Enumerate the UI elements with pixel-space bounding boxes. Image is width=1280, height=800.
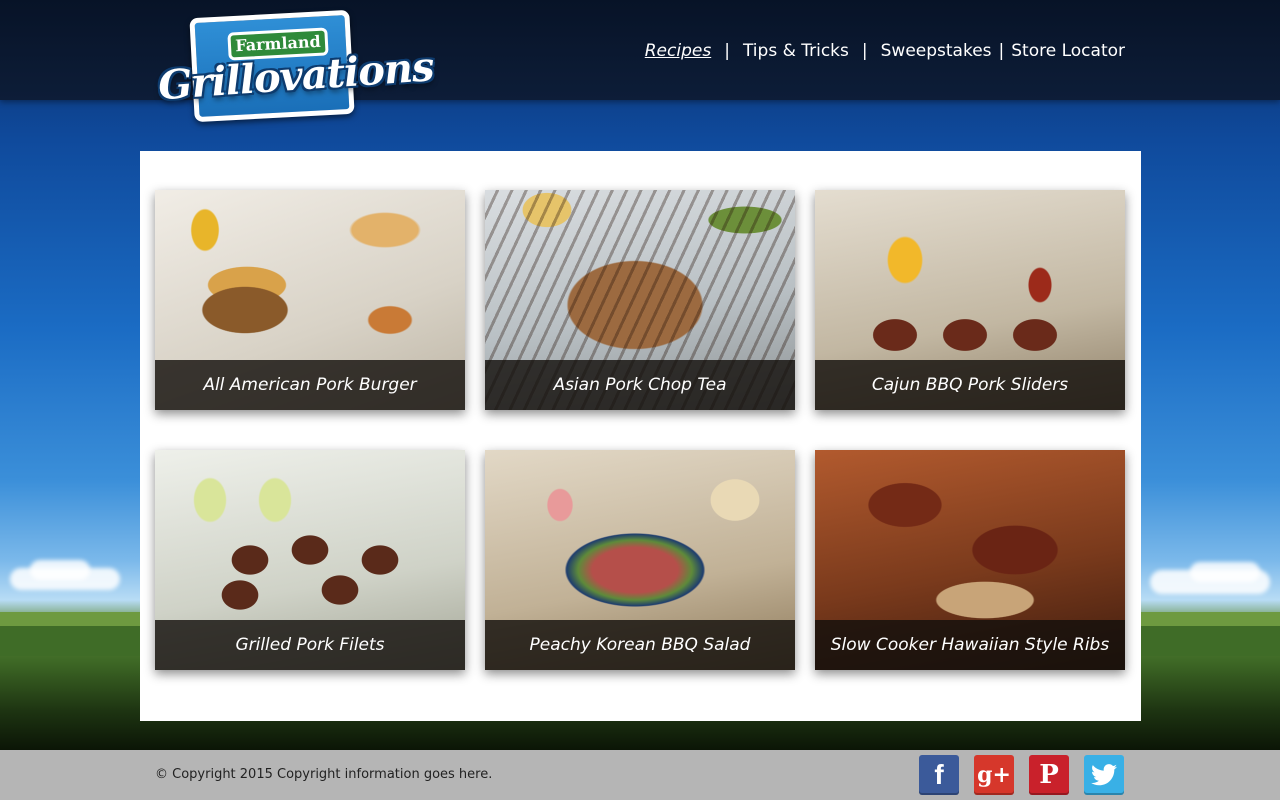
recipe-card[interactable]: Cajun BBQ Pork Sliders [815, 190, 1125, 410]
recipe-title: Peachy Korean BBQ Salad [485, 620, 795, 670]
recipe-card[interactable]: Asian Pork Chop Tea [485, 190, 795, 410]
pinterest-icon[interactable]: P [1029, 755, 1069, 795]
twitter-bird-icon [1091, 764, 1117, 786]
nav-separator: | [998, 41, 1005, 61]
nav-sweepstakes[interactable]: Sweepstakes [881, 41, 992, 61]
recipe-title: All American Pork Burger [155, 360, 465, 410]
recipe-card[interactable]: Grilled Pork Filets [155, 450, 465, 670]
twitter-icon[interactable] [1084, 755, 1124, 795]
recipe-title: Slow Cooker Hawaiian Style Ribs [815, 620, 1125, 670]
grillovations-logo[interactable]: Farmland Grillovations [157, 8, 435, 123]
recipe-panel: All American Pork Burger Asian Pork Chop… [140, 151, 1141, 721]
copyright-text: © Copyright 2015 Copyright information g… [155, 767, 493, 782]
nav-separator: | [861, 41, 868, 61]
recipe-card[interactable]: All American Pork Burger [155, 190, 465, 410]
social-links: f g+ P [919, 755, 1124, 795]
main-nav: Recipes | Tips & Tricks | Sweepstakes | … [645, 38, 1125, 64]
recipe-card[interactable]: Slow Cooker Hawaiian Style Ribs [815, 450, 1125, 670]
site-header: Farmland Grillovations Recipes | Tips & … [0, 0, 1280, 123]
nav-recipes[interactable]: Recipes [645, 41, 711, 61]
recipe-title: Cajun BBQ Pork Sliders [815, 360, 1125, 410]
recipe-title: Grilled Pork Filets [155, 620, 465, 670]
recipe-card[interactable]: Peachy Korean BBQ Salad [485, 450, 795, 670]
nav-tips-tricks[interactable]: Tips & Tricks [743, 41, 849, 61]
facebook-icon[interactable]: f [919, 755, 959, 795]
nav-separator: | [724, 41, 730, 61]
nav-store-locator[interactable]: Store Locator [1011, 41, 1125, 61]
recipe-title: Asian Pork Chop Tea [485, 360, 795, 410]
google-plus-icon[interactable]: g+ [974, 755, 1014, 795]
site-footer: © Copyright 2015 Copyright information g… [0, 750, 1280, 800]
